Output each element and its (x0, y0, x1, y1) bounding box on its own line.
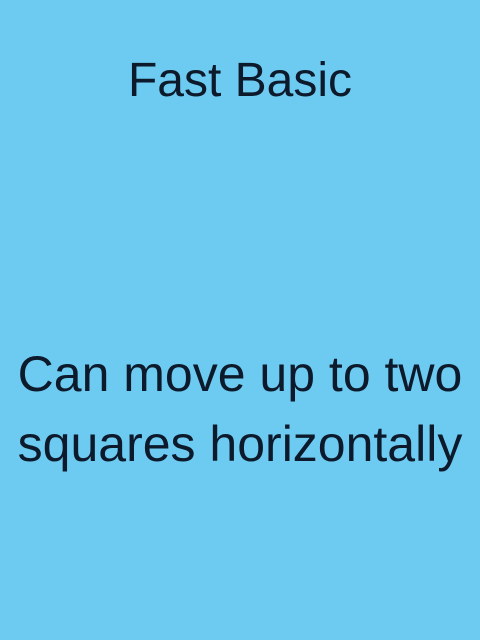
piece-card: Fast Basic Can move up to two squares ho… (0, 0, 480, 640)
card-title: Fast Basic (127, 54, 353, 107)
card-description: Can move up to two squares horizontally (17, 346, 463, 472)
